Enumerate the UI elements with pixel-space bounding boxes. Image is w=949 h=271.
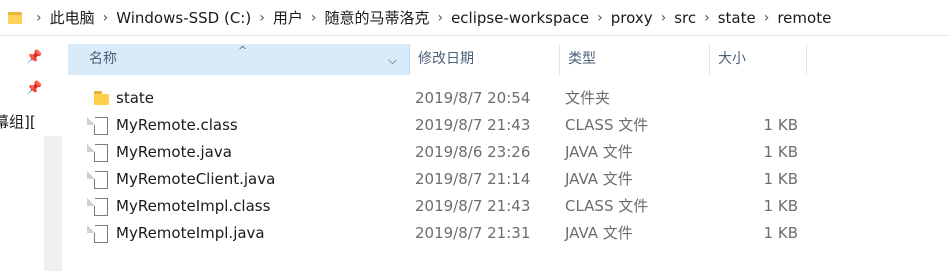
column-header-size[interactable]: 大小 — [710, 44, 807, 75]
file-explorer-window: › 此电脑 › Windows-SSD (C:) › 用户 › 随意的马蒂洛克 … — [0, 0, 949, 271]
breadcrumb-user[interactable]: 随意的马蒂洛克 — [324, 7, 429, 28]
chevron-right-icon[interactable]: › — [36, 10, 42, 26]
column-header-size-label: 大小 — [718, 51, 746, 67]
file-date: 2019/8/6 23:26 — [415, 143, 531, 161]
file-date: 2019/8/7 21:31 — [415, 224, 531, 242]
list-item[interactable]: state 2019/8/7 20:54 文件夹 — [68, 85, 949, 112]
file-size: 1 KB — [763, 143, 798, 161]
column-headers: ^ 名称 ⌵ 修改日期 类型 大小 — [68, 44, 949, 75]
file-icon — [87, 225, 108, 243]
list-item[interactable]: MyRemoteImpl.java 2019/8/7 21:31 JAVA 文件… — [68, 220, 949, 247]
file-date: 2019/8/7 21:43 — [415, 197, 531, 215]
breadcrumb-src[interactable]: src — [674, 9, 696, 27]
file-type: 文件夹 — [565, 89, 611, 107]
pin-icon[interactable]: 📌 — [26, 50, 42, 65]
sort-ascending-icon: ^ — [238, 44, 248, 57]
file-type: JAVA 文件 — [565, 170, 633, 188]
column-header-date[interactable]: 修改日期 — [410, 44, 560, 75]
chevron-right-icon[interactable]: › — [437, 10, 443, 26]
file-size: 1 KB — [763, 224, 798, 242]
file-name: MyRemoteImpl.java — [116, 224, 265, 242]
breadcrumb-workspace[interactable]: eclipse-workspace — [451, 9, 589, 27]
file-type: JAVA 文件 — [565, 143, 633, 161]
file-name: MyRemote.class — [116, 116, 238, 134]
column-header-name-label: 名称 — [89, 51, 117, 67]
folder-icon — [94, 90, 109, 107]
chevron-right-icon[interactable]: › — [661, 10, 667, 26]
column-header-date-label: 修改日期 — [418, 51, 474, 67]
folder-icon — [8, 10, 24, 26]
file-icon — [87, 117, 108, 135]
nav-scrollbar-thumb[interactable] — [44, 36, 62, 136]
breadcrumb-this-pc[interactable]: 此电脑 — [50, 7, 95, 28]
file-date: 2019/8/7 21:14 — [415, 170, 531, 188]
address-bar[interactable]: › 此电脑 › Windows-SSD (C:) › 用户 › 随意的马蒂洛克 … — [0, 0, 949, 36]
breadcrumb-state[interactable]: state — [718, 9, 756, 27]
file-type: JAVA 文件 — [565, 224, 633, 242]
file-list: state 2019/8/7 20:54 文件夹 MyRemote.class … — [68, 85, 949, 247]
chevron-right-icon[interactable]: › — [597, 10, 603, 26]
file-name: MyRemoteClient.java — [116, 170, 276, 188]
pin-icon[interactable]: 📌 — [26, 81, 42, 96]
chevron-right-icon[interactable]: › — [103, 10, 109, 26]
list-item[interactable]: MyRemote.class 2019/8/7 21:43 CLASS 文件 1… — [68, 112, 949, 139]
file-name: MyRemoteImpl.class — [116, 197, 271, 215]
nav-item-label[interactable]: 幕组][ — [0, 111, 36, 132]
file-type: CLASS 文件 — [565, 197, 649, 215]
breadcrumb-drive[interactable]: Windows-SSD (C:) — [116, 9, 251, 27]
file-date: 2019/8/7 21:43 — [415, 116, 531, 134]
list-item[interactable]: MyRemote.java 2019/8/6 23:26 JAVA 文件 1 K… — [68, 139, 949, 166]
breadcrumb-proxy[interactable]: proxy — [611, 9, 653, 27]
file-name: state — [116, 89, 154, 107]
chevron-right-icon[interactable]: › — [764, 10, 770, 26]
file-size — [710, 85, 798, 112]
chevron-right-icon[interactable]: › — [311, 10, 317, 26]
file-icon — [87, 198, 108, 216]
nav-scrollbar[interactable] — [44, 36, 62, 271]
file-type: CLASS 文件 — [565, 116, 649, 134]
column-header-type[interactable]: 类型 — [560, 44, 710, 75]
file-name: MyRemote.java — [116, 143, 232, 161]
file-icon — [87, 171, 108, 189]
file-date: 2019/8/7 20:54 — [415, 89, 531, 107]
column-header-type-label: 类型 — [568, 51, 596, 67]
chevron-down-icon[interactable]: ⌵ — [388, 45, 397, 76]
breadcrumb-users[interactable]: 用户 — [273, 7, 303, 28]
breadcrumb-remote[interactable]: remote — [777, 9, 831, 27]
list-item[interactable]: MyRemoteClient.java 2019/8/7 21:14 JAVA … — [68, 166, 949, 193]
file-size: 1 KB — [763, 197, 798, 215]
file-size: 1 KB — [763, 170, 798, 188]
chevron-right-icon[interactable]: › — [704, 10, 710, 26]
navigation-pane: 📌 📌 幕组][ — [0, 36, 62, 271]
list-item[interactable]: MyRemoteImpl.class 2019/8/7 21:43 CLASS … — [68, 193, 949, 220]
file-size: 1 KB — [763, 116, 798, 134]
file-icon — [87, 144, 108, 162]
column-header-name[interactable]: ^ 名称 ⌵ — [68, 44, 410, 75]
chevron-right-icon[interactable]: › — [259, 10, 265, 26]
